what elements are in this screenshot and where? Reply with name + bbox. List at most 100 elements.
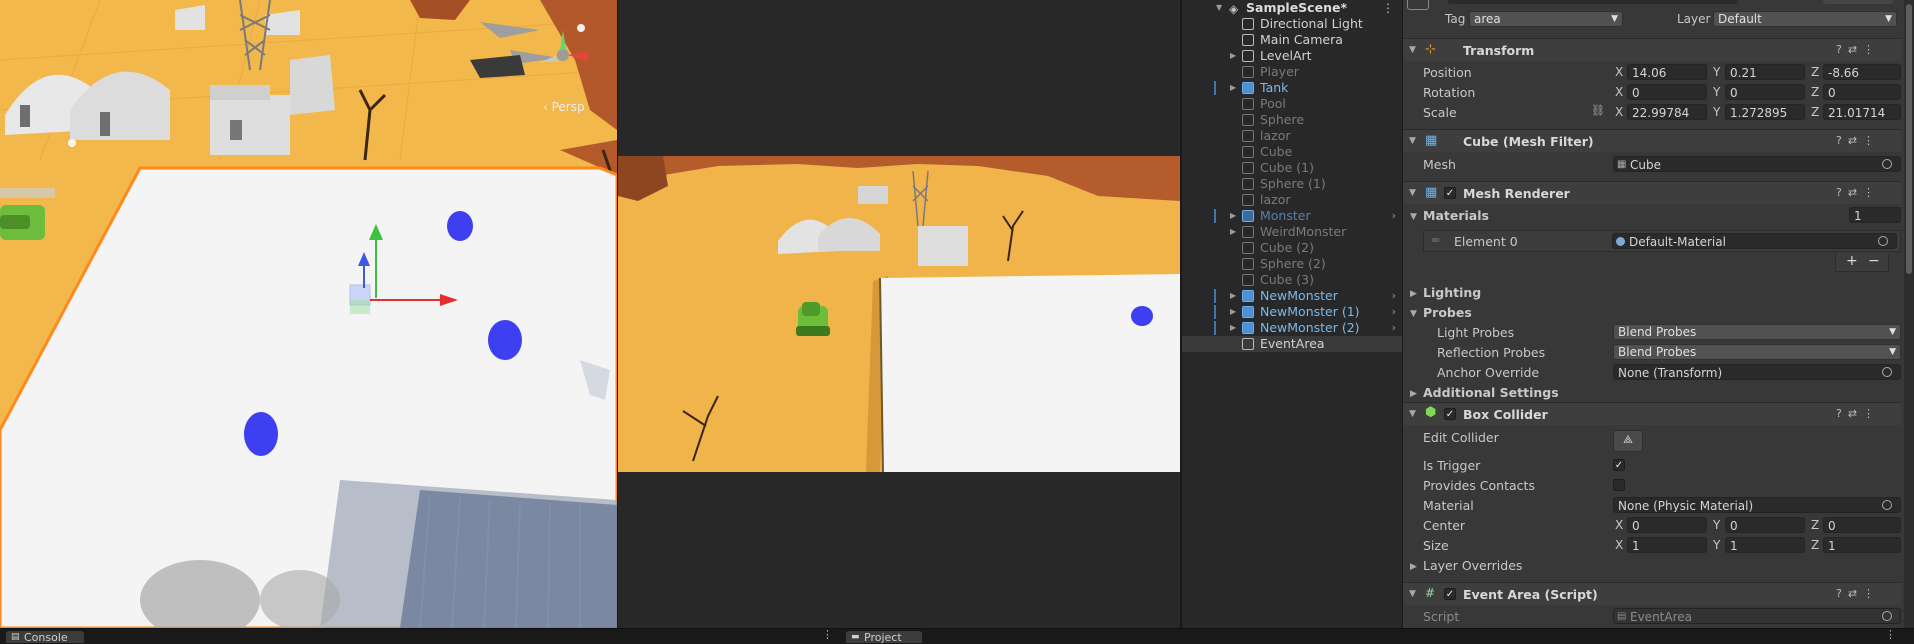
position-y-field[interactable]: 0.21: [1725, 64, 1805, 80]
kebab-menu-icon[interactable]: ⋮: [822, 628, 833, 641]
probes-expand-arrow-icon[interactable]: ▼: [1410, 309, 1417, 319]
collider-material-field[interactable]: None (Physic Material): [1613, 497, 1901, 513]
mesh-filter-header[interactable]: ▼ ▦ Cube (Mesh Filter) ?⇄⋮: [1403, 129, 1901, 152]
add-element-button[interactable]: +: [1846, 253, 1858, 269]
link-scale-icon[interactable]: ⛓: [1591, 104, 1605, 117]
drag-handle-icon[interactable]: ═: [1432, 233, 1439, 247]
scale-y-field[interactable]: 1.272895: [1725, 104, 1805, 120]
hierarchy-item[interactable]: Sphere (1): [1182, 176, 1402, 192]
collapse-arrow-icon[interactable]: ▼: [1409, 188, 1416, 198]
game-view[interactable]: [618, 156, 1180, 472]
hierarchy-item[interactable]: Sphere: [1182, 112, 1402, 128]
reflection-probes-dropdown[interactable]: Blend Probes ▼: [1613, 344, 1901, 360]
size-z-field[interactable]: 1: [1823, 537, 1901, 553]
object-picker-icon[interactable]: [1878, 236, 1888, 246]
center-y-field[interactable]: 0: [1725, 517, 1805, 533]
tag-dropdown[interactable]: area ▼: [1469, 11, 1623, 27]
hierarchy-item[interactable]: Directional Light: [1182, 16, 1402, 32]
component-header-icons[interactable]: ?⇄⋮: [1836, 134, 1880, 147]
box-collider-header[interactable]: ▼ ⬢ ✓ Box Collider ?⇄⋮: [1403, 402, 1901, 425]
mesh-field[interactable]: ▦ Cube: [1613, 156, 1901, 172]
hierarchy-item[interactable]: EventArea: [1182, 336, 1402, 352]
expand-arrow-icon[interactable]: ▶: [1230, 48, 1240, 64]
collapse-arrow-icon[interactable]: ▼: [1409, 409, 1416, 419]
edit-collider-button[interactable]: ⟁: [1613, 430, 1643, 452]
anchor-override-field[interactable]: None (Transform): [1613, 364, 1901, 380]
kebab-menu-icon[interactable]: ⋮: [1382, 0, 1394, 16]
size-y-field[interactable]: 1: [1725, 537, 1805, 553]
open-prefab-chevron-icon[interactable]: ›: [1392, 288, 1396, 304]
hierarchy-scene-row[interactable]: ▼ ◈ SampleScene* ⋮: [1182, 0, 1402, 16]
layer-overrides-expand-arrow-icon[interactable]: ▶: [1410, 562, 1417, 572]
box-collider-enabled-checkbox[interactable]: ✓: [1444, 408, 1456, 420]
provides-contacts-checkbox[interactable]: [1613, 479, 1625, 491]
element0-field[interactable]: Default-Material: [1612, 233, 1897, 249]
remove-element-button[interactable]: −: [1868, 253, 1880, 269]
kebab-menu-icon[interactable]: ⋮: [1885, 628, 1896, 641]
scene-view[interactable]: ‹ Persp: [0, 0, 617, 628]
object-picker-icon[interactable]: [1882, 159, 1892, 169]
component-header-icons[interactable]: ?⇄⋮: [1836, 587, 1880, 600]
rotation-z-field[interactable]: 0: [1823, 84, 1901, 100]
collapse-arrow-icon[interactable]: ▼: [1409, 136, 1416, 146]
hierarchy-item[interactable]: Sphere (2): [1182, 256, 1402, 272]
hierarchy-item[interactable]: Main Camera: [1182, 32, 1402, 48]
materials-count-field[interactable]: 1: [1849, 207, 1901, 223]
component-header-icons[interactable]: ?⇄⋮: [1836, 186, 1880, 199]
hierarchy-item[interactable]: Cube (2): [1182, 240, 1402, 256]
inspector-scrollbar[interactable]: [1904, 0, 1914, 628]
expand-arrow-icon[interactable]: ▶: [1230, 288, 1240, 304]
open-prefab-chevron-icon[interactable]: ›: [1392, 320, 1396, 336]
center-z-field[interactable]: 0: [1823, 517, 1901, 533]
hierarchy-item[interactable]: ▶ Tank: [1182, 80, 1402, 96]
hierarchy-item[interactable]: Player: [1182, 64, 1402, 80]
object-picker-icon[interactable]: [1882, 500, 1892, 510]
expand-arrow-icon[interactable]: ▶: [1230, 208, 1240, 224]
object-picker-icon[interactable]: [1882, 367, 1892, 377]
hierarchy-item[interactable]: Cube (1): [1182, 160, 1402, 176]
transform-header[interactable]: ▼ ⊹ Transform ?⇄⋮: [1403, 38, 1901, 61]
open-prefab-chevron-icon[interactable]: ›: [1392, 304, 1396, 320]
scrollbar-thumb[interactable]: [1906, 4, 1912, 274]
component-header-icons[interactable]: ?⇄⋮: [1836, 407, 1880, 420]
hierarchy-item[interactable]: ▶ NewMonster (1) ›: [1182, 304, 1402, 320]
mesh-renderer-header[interactable]: ▼ ▦ ✓ Mesh Renderer ?⇄⋮: [1403, 181, 1901, 204]
light-probes-dropdown[interactable]: Blend Probes ▼: [1613, 324, 1901, 340]
expand-arrow-icon[interactable]: ▼: [1216, 0, 1226, 16]
collapse-arrow-icon[interactable]: ▼: [1409, 45, 1416, 55]
event-area-enabled-checkbox[interactable]: ✓: [1444, 588, 1456, 600]
position-x-field[interactable]: 14.06: [1627, 64, 1707, 80]
hierarchy-item[interactable]: ▶ NewMonster (2) ›: [1182, 320, 1402, 336]
lighting-expand-arrow-icon[interactable]: ▶: [1410, 289, 1417, 299]
hierarchy-item[interactable]: ▶ WeirdMonster: [1182, 224, 1402, 240]
hierarchy-item[interactable]: ▶ NewMonster ›: [1182, 288, 1402, 304]
expand-arrow-icon[interactable]: ▶: [1230, 304, 1240, 320]
object-name-field[interactable]: [1448, 0, 1738, 4]
expand-arrow-icon[interactable]: ▶: [1230, 80, 1240, 96]
hierarchy-item[interactable]: Cube: [1182, 144, 1402, 160]
scale-z-field[interactable]: 21.01714: [1823, 104, 1901, 120]
mesh-renderer-enabled-checkbox[interactable]: ✓: [1444, 187, 1456, 199]
scale-x-field[interactable]: 22.99784: [1627, 104, 1707, 120]
materials-expand-arrow-icon[interactable]: ▼: [1410, 212, 1417, 222]
expand-arrow-icon[interactable]: ▶: [1230, 320, 1240, 336]
position-z-field[interactable]: -8.66: [1823, 64, 1901, 80]
center-x-field[interactable]: 0: [1627, 517, 1707, 533]
static-toggle[interactable]: [1823, 0, 1893, 4]
hierarchy-item[interactable]: lazor: [1182, 192, 1402, 208]
collapse-arrow-icon[interactable]: ▼: [1409, 589, 1416, 599]
is-trigger-checkbox[interactable]: ✓: [1613, 459, 1625, 471]
layer-dropdown[interactable]: Default ▼: [1713, 11, 1897, 27]
hierarchy-item[interactable]: ▶ LevelArt: [1182, 48, 1402, 64]
tab-console[interactable]: ▤ Console: [6, 631, 84, 644]
hierarchy-item[interactable]: Cube (3): [1182, 272, 1402, 288]
hierarchy-item[interactable]: lazor: [1182, 128, 1402, 144]
rotation-y-field[interactable]: 0: [1725, 84, 1805, 100]
component-header-icons[interactable]: ?⇄⋮: [1836, 43, 1880, 56]
event-area-header[interactable]: ▼ # ✓ Event Area (Script) ?⇄⋮: [1403, 582, 1901, 605]
expand-arrow-icon[interactable]: ▶: [1230, 224, 1240, 240]
open-prefab-chevron-icon[interactable]: ›: [1392, 208, 1396, 224]
size-x-field[interactable]: 1: [1627, 537, 1707, 553]
hierarchy-item[interactable]: ▶ Monster ›: [1182, 208, 1402, 224]
hierarchy-item[interactable]: Pool: [1182, 96, 1402, 112]
